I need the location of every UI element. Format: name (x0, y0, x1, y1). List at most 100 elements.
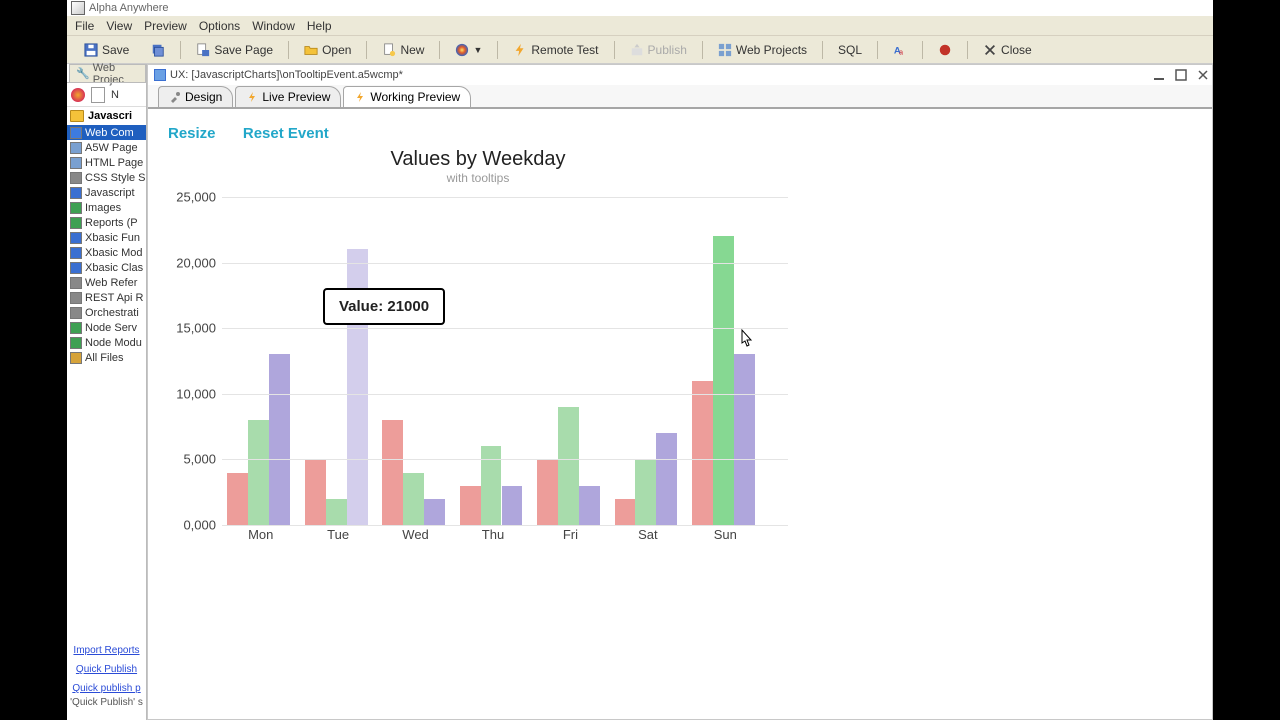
sidebar-item[interactable]: Images (67, 200, 146, 215)
save-as-button[interactable] (142, 40, 174, 60)
web-projects-button[interactable]: Web Projects (709, 40, 816, 60)
x-axis-label: Tue (299, 525, 376, 542)
sidebar-item[interactable]: Xbasic Clas (67, 260, 146, 275)
sidebar-item[interactable]: Web Refer (67, 275, 146, 290)
file-type-icon (70, 277, 82, 289)
tab-design[interactable]: Design (158, 86, 233, 108)
import-reports-link[interactable]: Import Reports (67, 645, 146, 656)
sidebar-item[interactable]: Reports (P (67, 215, 146, 230)
x-axis-label: Sat (609, 525, 686, 542)
project-sidebar: 🔧 Web Projec N Javascri Web ComA5W PageH… (67, 64, 147, 720)
browser-button[interactable]: ▼ (446, 40, 491, 60)
toolbar: Save Save Page Open New ▼ Remote Test (67, 36, 1213, 64)
sidebar-item[interactable]: Orchestrati (67, 305, 146, 320)
menu-preview[interactable]: Preview (144, 19, 187, 33)
quick-publish-link[interactable]: Quick Publish (67, 664, 146, 675)
sidebar-item[interactable]: A5W Page (67, 140, 146, 155)
sql-button[interactable]: SQL (829, 40, 871, 60)
chart-bar[interactable] (227, 473, 248, 525)
sidebar-item[interactable]: Xbasic Mod (67, 245, 146, 260)
x-axis-label: Thu (454, 525, 531, 542)
svg-text:a: a (899, 49, 903, 56)
project-folder[interactable]: Javascri (67, 107, 146, 125)
chart-bar[interactable] (382, 420, 403, 525)
quick-publish-note: 'Quick Publish' s (70, 697, 143, 708)
chart-bar[interactable] (656, 433, 677, 525)
menu-view[interactable]: View (106, 19, 132, 33)
chart-gridline (222, 263, 788, 264)
chart-bar[interactable] (424, 499, 445, 525)
chart-gridline (222, 328, 788, 329)
new-button[interactable]: New (373, 40, 433, 60)
sidebar-item[interactable]: Node Modu (67, 335, 146, 350)
open-button[interactable]: Open (295, 40, 360, 60)
sidebar-item[interactable]: All Files (67, 350, 146, 365)
chart-bar[interactable] (692, 381, 713, 525)
sidebar-item[interactable]: Javascript (67, 185, 146, 200)
bar-group: Fri (532, 197, 609, 525)
designer-title-text: UX: [JavascriptCharts]\onTooltipEvent.a5… (170, 69, 403, 81)
file-type-icon (70, 247, 82, 259)
reset-event-link[interactable]: Reset Event (243, 125, 329, 142)
remote-test-button[interactable]: Remote Test (504, 40, 607, 60)
chart-bar[interactable] (403, 473, 424, 525)
chart-bar[interactable] (326, 499, 347, 525)
font-button[interactable]: Aa (884, 40, 916, 60)
chart-bar[interactable] (248, 420, 269, 525)
chart-bar[interactable] (537, 459, 558, 525)
chart-bar[interactable] (481, 446, 502, 525)
new-page-icon[interactable] (91, 87, 105, 103)
menu-options[interactable]: Options (199, 19, 240, 33)
menu-help[interactable]: Help (307, 19, 332, 33)
sidebar-item[interactable]: HTML Page (67, 155, 146, 170)
resize-link[interactable]: Resize (168, 125, 216, 142)
sidebar-item[interactable]: Xbasic Fun (67, 230, 146, 245)
file-type-icon (70, 202, 82, 214)
chart-bar[interactable] (713, 236, 734, 525)
sidebar-tab[interactable]: 🔧 Web Projec (69, 64, 146, 82)
quick-publish-p-link[interactable]: Quick publish p (67, 683, 146, 694)
chart-tooltip: Value: 21000 (323, 288, 445, 325)
chart-gridline (222, 394, 788, 395)
publish-button: Publish (621, 40, 696, 60)
chart-bar[interactable] (502, 486, 523, 525)
disk-multi-icon (151, 43, 165, 57)
sidebar-item[interactable]: Node Serv (67, 320, 146, 335)
chart: Values by Weekday with tooltips MonTueWe… (168, 148, 788, 539)
menu-window[interactable]: Window (252, 19, 295, 33)
chart-gridline (222, 525, 788, 526)
chart-bar[interactable] (269, 354, 290, 525)
tab-working-preview[interactable]: Working Preview (343, 86, 471, 108)
chart-bar[interactable] (305, 459, 326, 525)
y-axis-label: 10,000 (176, 386, 222, 401)
y-axis-label: 0,000 (183, 518, 222, 533)
chart-bar[interactable] (460, 486, 481, 525)
chart-bar[interactable] (558, 407, 579, 525)
sidebar-item[interactable]: Web Com (67, 125, 146, 140)
chart-bar[interactable] (635, 459, 656, 525)
window-minimize-button[interactable] (1150, 67, 1168, 83)
designer-window: UX: [JavascriptCharts]\onTooltipEvent.a5… (147, 64, 1213, 720)
close-button[interactable]: Close (974, 40, 1041, 60)
window-close-button[interactable] (1194, 67, 1212, 83)
tab-live-preview[interactable]: Live Preview (235, 86, 341, 108)
chart-bar[interactable] (734, 354, 755, 525)
record-button[interactable] (929, 40, 961, 60)
font-icon: Aa (893, 43, 907, 57)
bar-group: Mon (222, 197, 299, 525)
bar-group: Sat (609, 197, 686, 525)
menu-file[interactable]: File (75, 19, 94, 33)
folder-icon (70, 110, 84, 122)
file-type-icon (70, 127, 82, 139)
sidebar-item[interactable]: REST Api R (67, 290, 146, 305)
save-button[interactable]: Save (75, 40, 138, 60)
page-save-icon (196, 43, 210, 57)
x-axis-label: Sun (687, 525, 764, 542)
file-type-icon (70, 157, 82, 169)
chart-bar[interactable] (615, 499, 636, 525)
sidebar-item[interactable]: CSS Style S (67, 170, 146, 185)
save-page-button[interactable]: Save Page (187, 40, 282, 60)
chart-bar[interactable] (579, 486, 600, 525)
lightning-small-icon (246, 91, 258, 103)
window-maximize-button[interactable] (1172, 67, 1190, 83)
